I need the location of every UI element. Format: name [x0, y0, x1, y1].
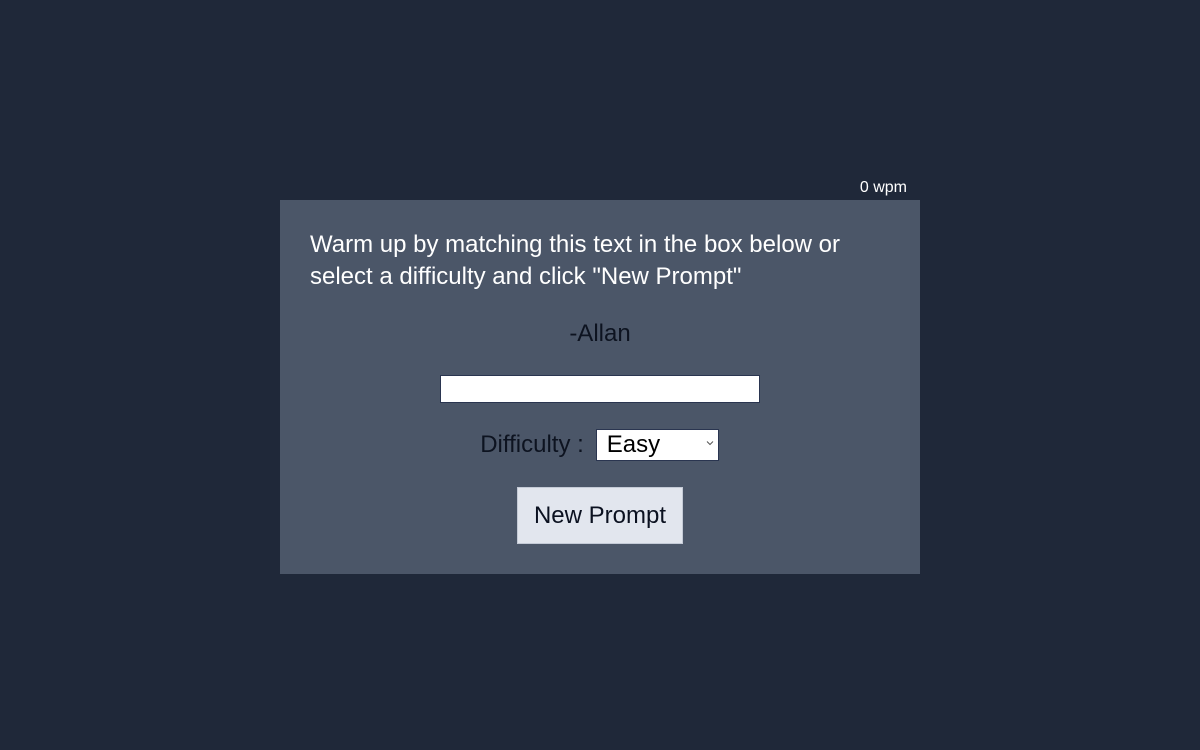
difficulty-selected-value: Easy	[606, 431, 661, 458]
wpm-counter: 0 wpm	[859, 179, 907, 196]
typing-input[interactable]	[440, 375, 760, 403]
chevron-down-icon	[706, 441, 714, 446]
new-prompt-button[interactable]: New Prompt	[517, 487, 683, 544]
app-root: 0 wpm Warm up by matching this text in t…	[0, 0, 1200, 750]
prompt-author: -Allan	[569, 320, 631, 347]
difficulty-row: Difficulty : Easy	[280, 428, 920, 462]
difficulty-label: Difficulty :	[480, 431, 584, 458]
difficulty-select[interactable]: Easy	[595, 429, 719, 461]
prompt-text: Warm up by matching this text in the box…	[310, 231, 841, 290]
typing-card: Warm up by matching this text in the box…	[280, 200, 920, 574]
